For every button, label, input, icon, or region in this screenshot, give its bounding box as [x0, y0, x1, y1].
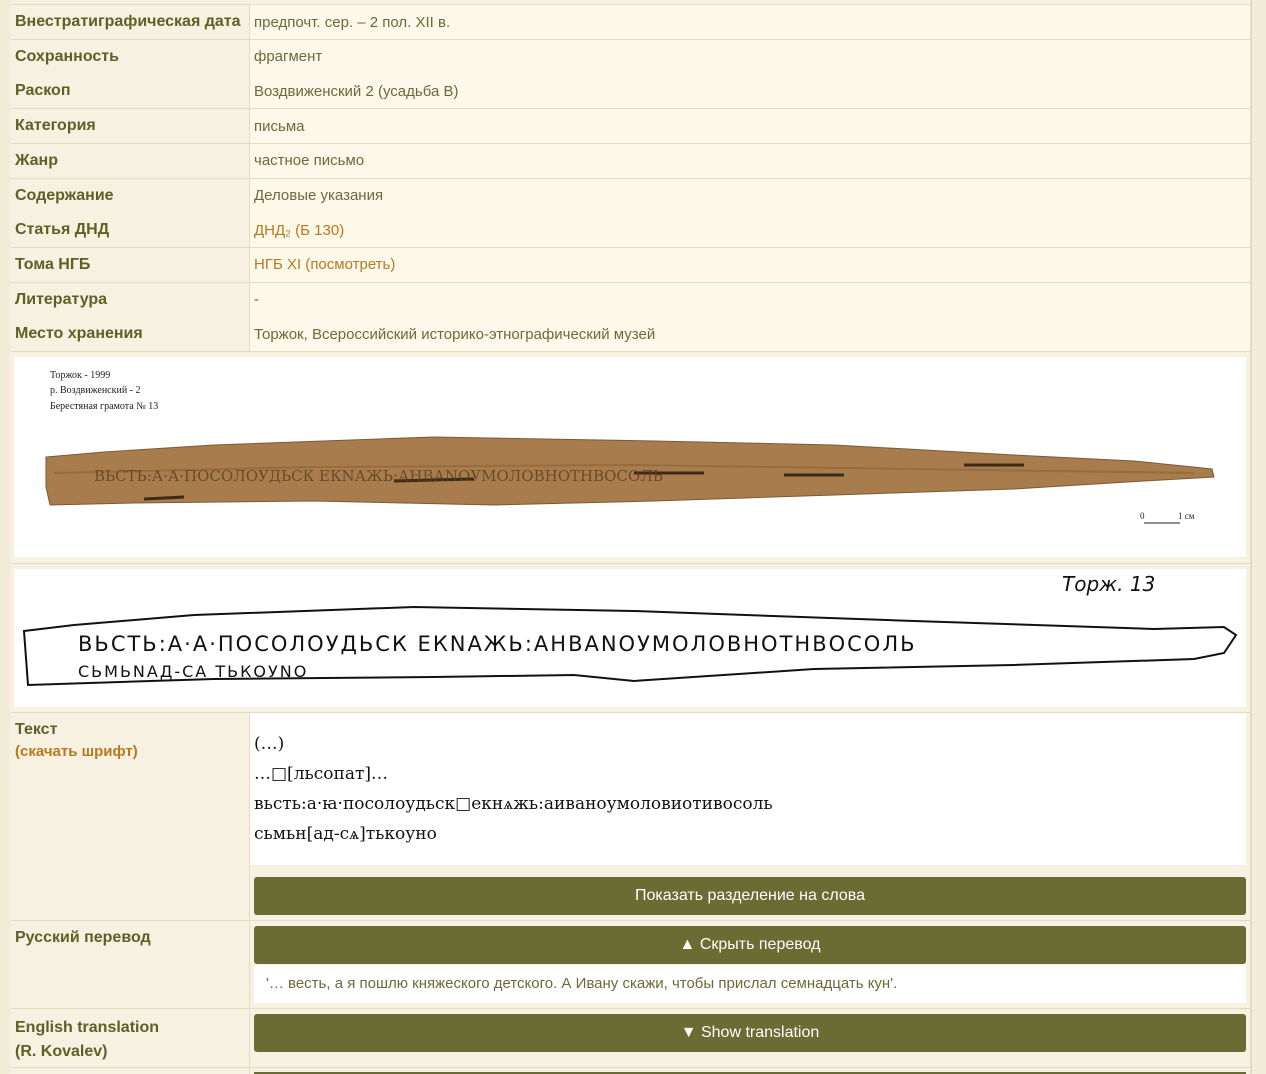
- meta-row: Сохранность фрагмент: [10, 39, 1250, 75]
- meta-row: Содержание Деловые указания: [10, 178, 1250, 214]
- original-line-3: вьсть:a·ꙗ·посолоудьск□екнѧжь:аиваноумоло…: [254, 794, 773, 814]
- meta-value: НГБ XI (посмотреть): [250, 247, 1250, 282]
- meta-row: Жанр частное письмо: [10, 143, 1250, 179]
- russian-translation-label: Русский перевод: [10, 921, 250, 1008]
- meta-value-link-secondary[interactable]: Б 130: [300, 222, 339, 239]
- english-translation-translator: (R. Kovalev): [15, 1043, 108, 1060]
- show-translation-button[interactable]: ▼ Show translation: [254, 1014, 1246, 1052]
- original-line-2: …□[льсопaт]…: [254, 764, 389, 784]
- meta-value-link[interactable]: ДНД₂: [254, 222, 291, 239]
- meta-value: Торжок, Всероссийский историко-этнографи…: [250, 317, 1250, 352]
- text-row: Текст (скачать шрифт) (…) …□[льсопaт]… в…: [10, 713, 1250, 921]
- meta-label: Литература: [10, 282, 250, 317]
- next-row-value: [250, 1068, 1250, 1074]
- meta-label: Жанр: [10, 143, 250, 178]
- meta-value-text: Деловые указания: [254, 187, 384, 204]
- meta-row: Место хранения Торжок, Всероссийский исто…: [10, 317, 1250, 353]
- meta-row: Тома НГБ НГБ XI (посмотреть): [10, 247, 1250, 283]
- scale-one: 1 см: [1178, 511, 1195, 521]
- meta-value-link[interactable]: НГБ XI: [254, 256, 301, 273]
- text-label-cell: Текст (скачать шрифт): [10, 713, 250, 920]
- meta-row: Статья ДНД ДНД₂ (Б 130): [10, 213, 1250, 249]
- meta-label: Содержание: [10, 178, 250, 213]
- meta-value: Деловые указания: [250, 178, 1250, 213]
- russian-translation-text: '… весть, а я пошлю княжеского детского.…: [254, 965, 1246, 1003]
- meta-row: Категория письма: [10, 109, 1250, 145]
- birchbark-photo: Торжок - 1999 р. Воздвиженский - 2 Берес…: [14, 357, 1246, 557]
- meta-value: предпочт. сер. – 2 пол. XII в.: [250, 5, 1250, 39]
- meta-value-link-secondary[interactable]: посмотреть: [310, 256, 390, 273]
- drawing-title: Торж. 13: [1062, 572, 1155, 596]
- drawing-line-2: СЬМЬNАД-СА ТЬКОУNО: [78, 662, 308, 681]
- english-translation-row: English translation (R. Kovalev) ▼ Show …: [10, 1009, 1250, 1068]
- meta-value-paren-close: ): [390, 256, 396, 274]
- text-label: Текст: [15, 721, 58, 738]
- meta-value-text: -: [254, 291, 259, 309]
- photo-caption-3: Берестяная грамота № 13: [50, 401, 158, 412]
- meta-label: Раскоп: [10, 74, 250, 109]
- next-row-label: [10, 1068, 250, 1074]
- birchbark-drawing-svg: Торж. 13 ВЬСТЬ:А·А·ПОСОЛОУДЬСК ЕКNАЖЬ:АН…: [22, 572, 1238, 687]
- original-line-1: (…): [254, 734, 285, 754]
- meta-value: -: [250, 282, 1250, 317]
- meta-value-text: Воздвиженский 2 (усадьба В): [254, 82, 459, 100]
- english-translation-cell: ▼ Show translation: [250, 1009, 1250, 1067]
- meta-value-text: частное письмо: [254, 152, 365, 170]
- text-value-cell: (…) …□[льсопaт]… вьсть:a·ꙗ·посолоудьск□е…: [250, 713, 1250, 920]
- english-translation-label-cell: English translation (R. Kovalev): [10, 1009, 250, 1067]
- meta-value: письма: [250, 109, 1250, 144]
- meta-label: Статья ДНД: [10, 213, 250, 248]
- russian-translation-cell: ▲ Скрыть перевод '… весть, а я пошлю кня…: [250, 921, 1250, 1008]
- meta-row: Раскоп Воздвиженский 2 (усадьба В): [10, 74, 1250, 110]
- meta-value-text: письма: [254, 117, 305, 135]
- photo-caption-1: Торжок - 1999: [50, 370, 110, 381]
- photo-caption-2: р. Воздвиженский - 2: [50, 385, 141, 396]
- meta-value-paren-open: (: [290, 221, 301, 239]
- original-line-4: сьмьн[ад-сѧ]тькоуно: [254, 824, 437, 844]
- meta-value: ДНД₂ (Б 130): [250, 213, 1250, 248]
- meta-label: Тома НГБ: [10, 247, 250, 282]
- drawing-line-1: ВЬСТЬ:А·А·ПОСОЛОУДЬСК ЕКNАЖЬ:АНВАNОУМОЛО…: [78, 632, 917, 656]
- meta-value: Воздвиженский 2 (усадьба В): [250, 74, 1250, 109]
- drawing-row: Торж. 13 ВЬСТЬ:А·А·ПОСОЛОУДЬСК ЕКNАЖЬ:АН…: [10, 564, 1250, 713]
- meta-value: частное письмо: [250, 143, 1250, 178]
- birchbark-drawing: Торж. 13 ВЬСТЬ:А·А·ПОСОЛОУДЬСК ЕКNАЖЬ:АН…: [14, 569, 1246, 707]
- meta-value-text: фрагмент: [254, 48, 323, 66]
- photo-row: Торжок - 1999 р. Воздвиженский - 2 Берес…: [10, 352, 1250, 564]
- meta-value-paren-open: (: [301, 256, 311, 274]
- meta-row: Внестратиграфическая дата предпочт. сер. …: [10, 5, 1250, 40]
- russian-translation-row: Русский перевод ▲ Скрыть перевод '… вест…: [10, 921, 1250, 1009]
- scale-zero: 0: [1140, 511, 1145, 521]
- english-translation-label: English translation: [15, 1019, 160, 1036]
- birchbark-photo-svg: Торжок - 1999 р. Воздвиженский - 2 Берес…: [45, 370, 1215, 524]
- download-font-link[interactable]: (скачать шрифт): [15, 743, 244, 760]
- next-row-partial: [10, 1068, 1250, 1074]
- meta-value-paren-close: ): [339, 221, 345, 239]
- meta-value: фрагмент: [250, 39, 1250, 74]
- original-text: (…) …□[льсопaт]… вьсть:a·ꙗ·посолоудьск□е…: [250, 713, 1246, 865]
- show-word-division-button[interactable]: Показать разделение на слова: [254, 877, 1246, 915]
- meta-value-text: предпочт. сер. – 2 пол. XII в.: [254, 13, 451, 31]
- meta-label: Сохранность: [10, 39, 250, 74]
- meta-label: Внестратиграфическая дата: [10, 5, 250, 39]
- bark-letters: ВЬСТЬ:А·А·ПОСОЛОУДЬСК ЕКNАЖЬ:АНВАNОУМОЛО…: [94, 467, 663, 485]
- meta-label: Категория: [10, 109, 250, 144]
- meta-label: Место хранения: [10, 317, 250, 352]
- meta-row: Литература -: [10, 282, 1250, 318]
- hide-translation-button[interactable]: ▲ Скрыть перевод: [254, 926, 1246, 964]
- meta-value-text: Торжок, Всероссийский историко-этнографи…: [254, 325, 656, 343]
